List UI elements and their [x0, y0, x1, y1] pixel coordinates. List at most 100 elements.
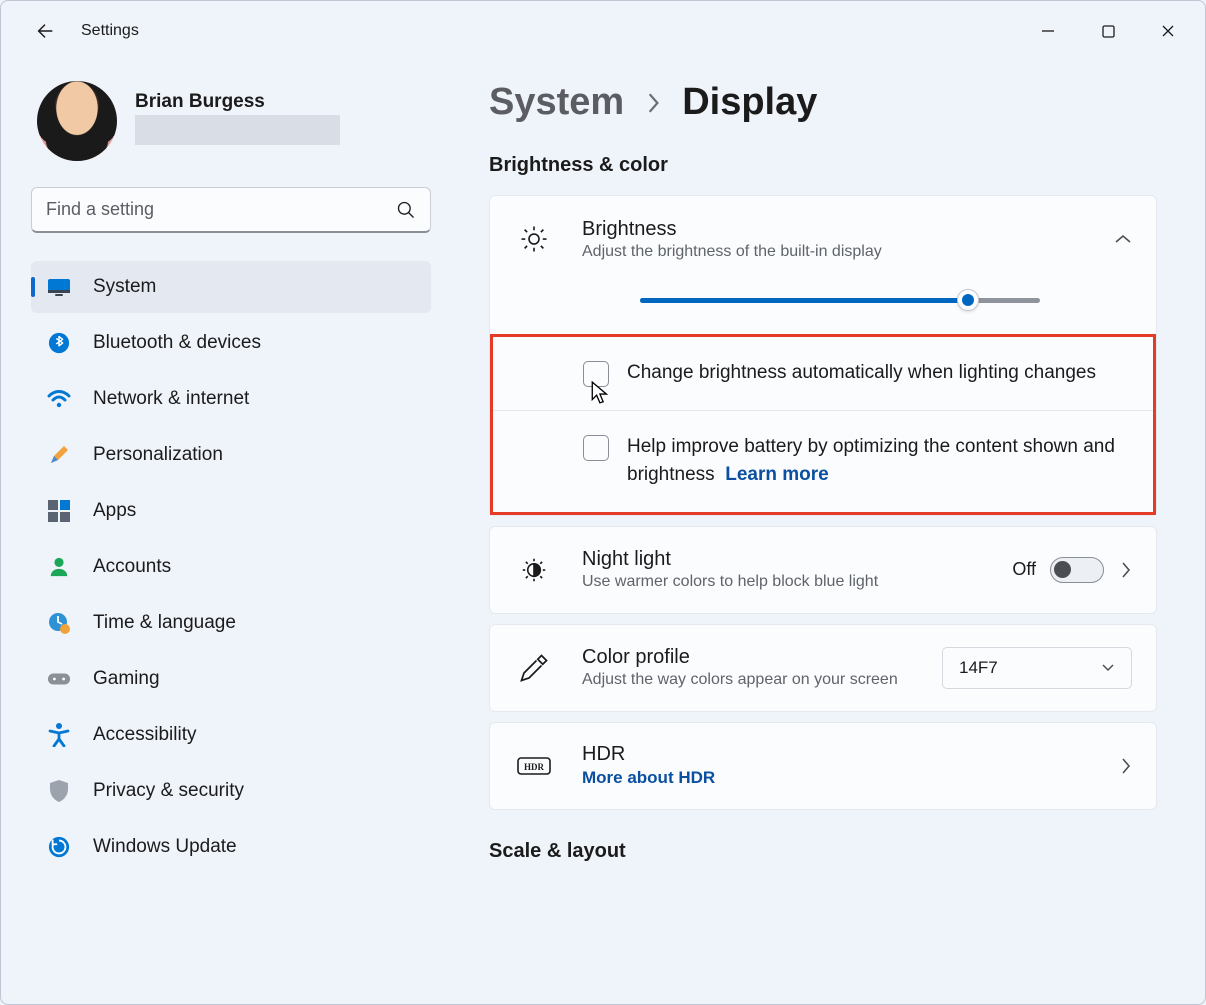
nav-item-network[interactable]: Network & internet	[31, 373, 431, 425]
chevron-right-icon	[1120, 757, 1132, 775]
sun-icon	[514, 224, 554, 254]
shield-icon	[47, 779, 71, 803]
expand-hdr[interactable]	[1120, 757, 1132, 775]
minimize-button[interactable]	[1019, 9, 1077, 53]
night-light-title: Night light	[582, 548, 1012, 571]
nav-item-accessibility[interactable]: Accessibility	[31, 709, 431, 761]
color-profile-title: Color profile	[582, 646, 942, 669]
nav-label: Bluetooth & devices	[93, 332, 261, 354]
brightness-slider[interactable]	[640, 290, 1040, 310]
nav-label: Privacy & security	[93, 780, 244, 802]
app-title: Settings	[81, 22, 139, 40]
toggle-state-label: Off	[1012, 559, 1036, 580]
auto-brightness-checkbox[interactable]	[583, 361, 609, 387]
brightness-row[interactable]: Brightness Adjust the brightness of the …	[490, 196, 1156, 282]
bluetooth-icon	[47, 331, 71, 355]
paintbrush-icon	[47, 443, 71, 467]
battery-optimize-label: Help improve battery by optimizing the c…	[627, 433, 1129, 490]
nav-label: Gaming	[93, 668, 160, 690]
toggle-switch[interactable]	[1050, 557, 1104, 583]
auto-brightness-option[interactable]: Change brightness automatically when lig…	[493, 337, 1153, 410]
search-input[interactable]	[46, 199, 396, 220]
window-controls	[1019, 9, 1197, 53]
monitor-icon	[47, 275, 71, 299]
nav-item-privacy[interactable]: Privacy & security	[31, 765, 431, 817]
brightness-title: Brightness	[582, 218, 1114, 241]
profile-name: Brian Burgess	[135, 91, 340, 113]
night-light-toggle[interactable]: Off	[1012, 557, 1104, 583]
nav-item-windows-update[interactable]: Windows Update	[31, 821, 431, 873]
collapse-button[interactable]	[1114, 233, 1132, 245]
hdr-link[interactable]: More about HDR	[582, 768, 1120, 788]
minimize-icon	[1041, 24, 1055, 38]
eyedropper-icon	[514, 653, 554, 683]
close-button[interactable]	[1139, 9, 1197, 53]
nav-label: Time & language	[93, 612, 236, 634]
profile-block[interactable]: Brian Burgess	[31, 81, 431, 161]
chevron-right-icon	[1120, 561, 1132, 579]
search-icon	[396, 200, 416, 220]
profile-email-redacted	[135, 115, 340, 145]
night-light-icon	[514, 555, 554, 585]
color-profile-dropdown[interactable]: 14F7	[942, 647, 1132, 689]
breadcrumb: System Display	[489, 81, 1157, 124]
section-heading-scale: Scale & layout	[489, 840, 1157, 863]
nav: System Bluetooth & devices Network & int…	[31, 261, 431, 873]
hdr-icon: HDR	[514, 754, 554, 778]
slider-thumb[interactable]	[957, 289, 979, 311]
breadcrumb-current: Display	[682, 81, 817, 124]
battery-optimize-text: Help improve battery by optimizing the c…	[627, 436, 1115, 486]
avatar	[37, 81, 117, 161]
auto-brightness-label: Change brightness automatically when lig…	[627, 359, 1096, 388]
nav-item-apps[interactable]: Apps	[31, 485, 431, 537]
gamepad-icon	[47, 667, 71, 691]
expand-night-light[interactable]	[1120, 561, 1132, 579]
person-icon	[47, 555, 71, 579]
toggle-knob	[1054, 561, 1071, 578]
update-icon	[47, 835, 71, 859]
sidebar: Brian Burgess System Bluetooth & devices	[21, 61, 441, 1004]
nav-label: Accounts	[93, 556, 171, 578]
apps-icon	[47, 499, 71, 523]
nav-item-personalization[interactable]: Personalization	[31, 429, 431, 481]
dropdown-value: 14F7	[959, 658, 998, 678]
maximize-button[interactable]	[1079, 9, 1137, 53]
color-profile-card[interactable]: Color profile Adjust the way colors appe…	[489, 624, 1157, 712]
nav-item-time-language[interactable]: Time & language	[31, 597, 431, 649]
nav-item-accounts[interactable]: Accounts	[31, 541, 431, 593]
color-profile-subtitle: Adjust the way colors appear on your scr…	[582, 671, 942, 689]
main-content: System Display Brightness & color Bright…	[441, 61, 1185, 1004]
battery-optimize-option[interactable]: Help improve battery by optimizing the c…	[493, 410, 1153, 512]
nav-label: System	[93, 276, 156, 298]
highlighted-options: Change brightness automatically when lig…	[490, 334, 1156, 515]
accessibility-icon	[47, 723, 71, 747]
brightness-card: Brightness Adjust the brightness of the …	[489, 195, 1157, 516]
chevron-down-icon	[1101, 663, 1115, 673]
search-box[interactable]	[31, 187, 431, 233]
close-icon	[1161, 24, 1175, 38]
nav-label: Personalization	[93, 444, 223, 466]
nav-item-bluetooth[interactable]: Bluetooth & devices	[31, 317, 431, 369]
brightness-subtitle: Adjust the brightness of the built-in di…	[582, 243, 1114, 261]
hdr-card[interactable]: HDR HDR More about HDR	[489, 722, 1157, 810]
svg-text:HDR: HDR	[524, 762, 545, 772]
section-heading-brightness: Brightness & color	[489, 154, 1157, 177]
night-light-card[interactable]: Night light Use warmer colors to help bl…	[489, 526, 1157, 614]
arrow-left-icon	[34, 20, 56, 42]
back-button[interactable]	[25, 11, 65, 51]
nav-label: Accessibility	[93, 724, 196, 746]
learn-more-link[interactable]: Learn more	[725, 464, 828, 485]
titlebar: Settings	[1, 1, 1205, 61]
nav-item-gaming[interactable]: Gaming	[31, 653, 431, 705]
hdr-title: HDR	[582, 743, 1120, 766]
nav-item-system[interactable]: System	[31, 261, 431, 313]
battery-optimize-checkbox[interactable]	[583, 435, 609, 461]
nav-label: Windows Update	[93, 836, 237, 858]
chevron-up-icon	[1114, 233, 1132, 245]
nav-label: Network & internet	[93, 388, 249, 410]
maximize-icon	[1102, 25, 1115, 38]
wifi-icon	[47, 387, 71, 411]
breadcrumb-parent[interactable]: System	[489, 81, 624, 124]
night-light-subtitle: Use warmer colors to help block blue lig…	[582, 573, 942, 591]
chevron-right-icon	[644, 88, 662, 122]
